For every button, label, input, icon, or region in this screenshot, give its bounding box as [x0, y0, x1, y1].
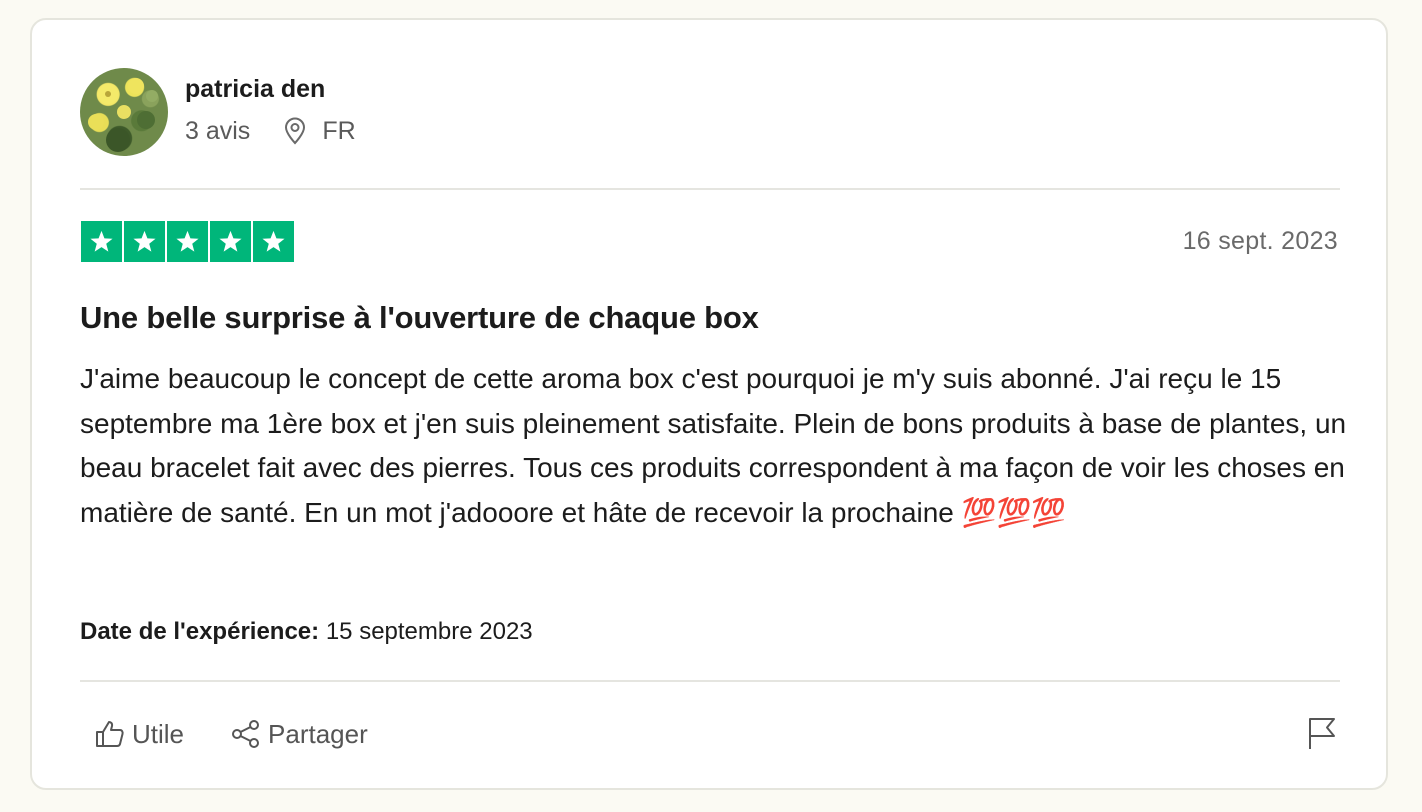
flag-icon[interactable]	[1306, 715, 1338, 751]
star-icon	[210, 221, 251, 262]
country-code: FR	[322, 117, 356, 145]
star-icon	[81, 221, 122, 262]
experience-date-label: Date de l'expérience:	[80, 618, 320, 645]
reviewer-location: FR	[282, 116, 356, 146]
review-card: patricia den 3 avis FR 16 sept. 2023 Une…	[30, 18, 1388, 790]
location-pin-icon	[285, 117, 306, 145]
avatar[interactable]	[80, 68, 168, 156]
share-button[interactable]: Partager	[230, 718, 368, 750]
reviewer-meta: 3 avis FR	[185, 116, 356, 146]
star-icon	[167, 221, 208, 262]
star-icon	[253, 221, 294, 262]
useful-button[interactable]: Utile	[94, 718, 184, 750]
review-date: 16 sept. 2023	[1182, 227, 1338, 255]
review-actions: Utile Partager	[94, 718, 414, 750]
review-title[interactable]: Une belle surprise à l'ouverture de chaq…	[80, 300, 759, 336]
share-label: Partager	[268, 718, 368, 749]
experience-date: Date de l'expérience: 15 septembre 2023	[80, 617, 533, 647]
experience-date-value: 15 septembre 2023	[325, 618, 533, 645]
reviewer-name[interactable]: patricia den	[185, 74, 325, 104]
thumbs-up-icon	[96, 721, 124, 747]
footer-divider	[80, 680, 1340, 682]
useful-label: Utile	[132, 718, 185, 749]
header-divider	[80, 188, 1340, 190]
share-icon	[232, 720, 260, 748]
star-icon	[124, 221, 165, 262]
review-body: J'aime beaucoup le concept de cette arom…	[80, 363, 1347, 528]
star-rating	[81, 221, 294, 262]
review-count: 3 avis	[185, 117, 251, 145]
